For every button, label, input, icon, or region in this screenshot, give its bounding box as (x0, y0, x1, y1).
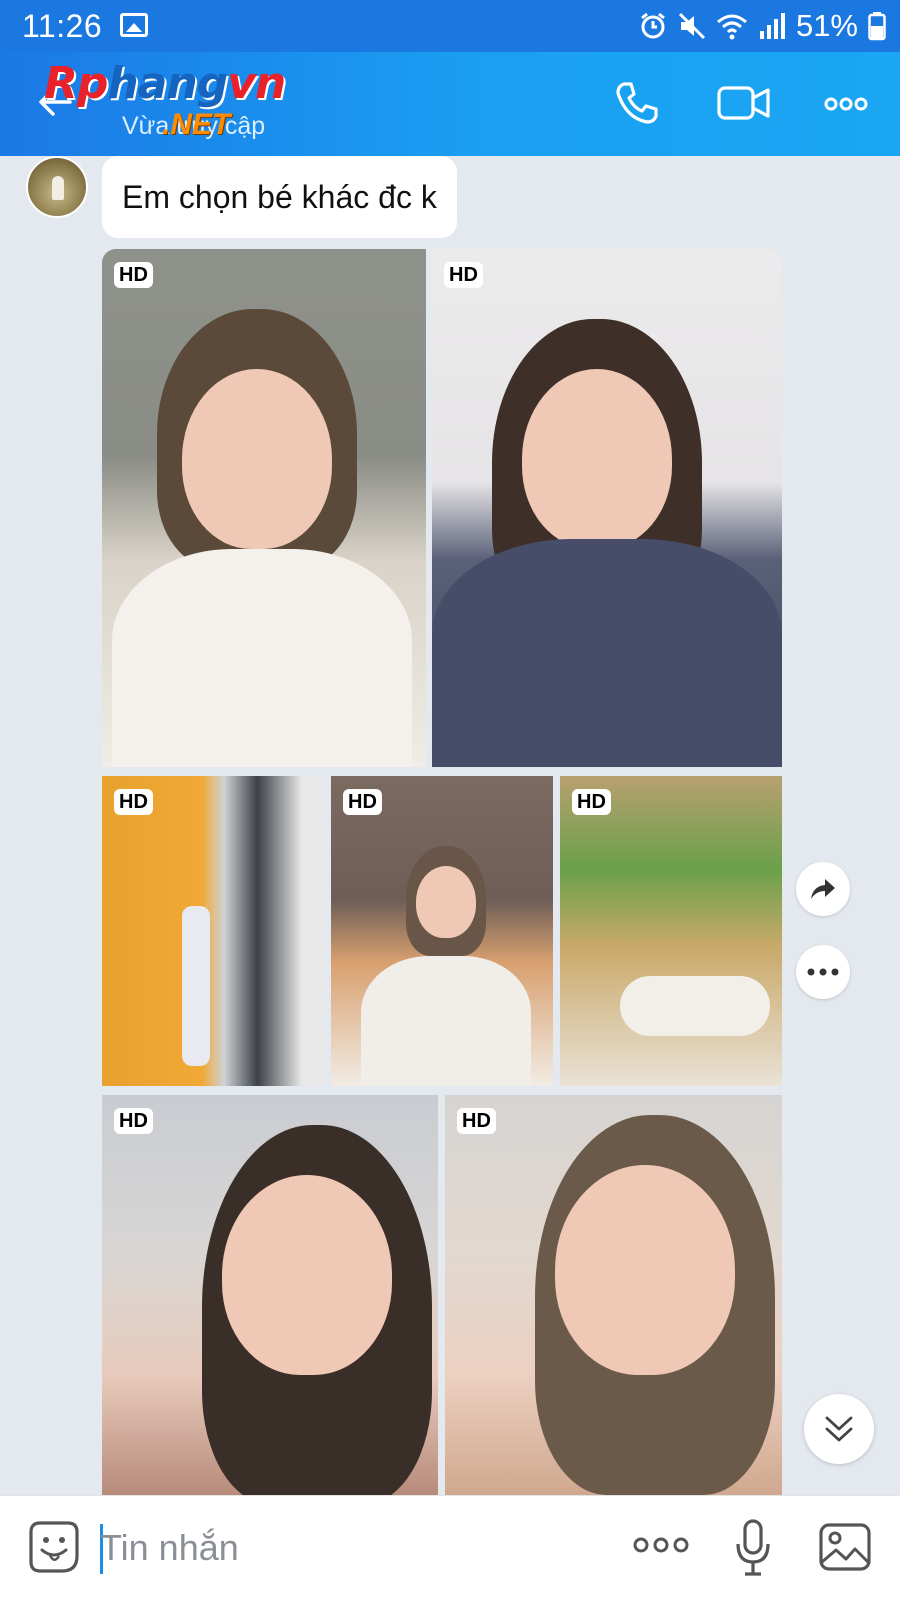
photo-subject-face (222, 1175, 392, 1375)
photo-thumbnail[interactable]: HD (331, 776, 553, 1086)
alarm-icon (641, 12, 665, 39)
sticker-icon[interactable] (28, 1520, 80, 1574)
hd-badge: HD (343, 789, 382, 815)
microphone-icon[interactable] (734, 1518, 772, 1578)
photo-subject-body (432, 539, 782, 767)
share-button[interactable] (796, 862, 850, 916)
phone-icon[interactable] (614, 80, 660, 126)
hd-badge: HD (114, 1108, 153, 1134)
share-arrow-icon (811, 879, 835, 899)
message-bubble[interactable]: Em chọn bé khác đc k (102, 156, 457, 238)
photo-subject-face (555, 1165, 735, 1375)
battery-icon (868, 12, 886, 41)
photo-subject (182, 906, 210, 1066)
photo-thumbnail[interactable]: HD (560, 776, 782, 1086)
mute-icon (678, 12, 706, 40)
composer-bar (0, 1495, 900, 1600)
hd-badge: HD (114, 262, 153, 288)
video-camera-icon[interactable] (716, 80, 772, 126)
more-dots-icon (807, 968, 839, 976)
image-icon[interactable] (818, 1522, 872, 1572)
hd-badge: HD (457, 1108, 496, 1134)
photo-subject-body (361, 956, 531, 1086)
more-dots-icon[interactable] (632, 1536, 690, 1554)
chevron-double-down-icon (825, 1416, 853, 1442)
brand-net: .NET (162, 108, 231, 141)
status-bar: 11:26 51% (0, 0, 900, 52)
gallery-icon (120, 13, 148, 37)
photo-thumbnail[interactable]: HD (432, 249, 782, 767)
scroll-to-bottom-button[interactable] (804, 1394, 874, 1464)
chat-header: Rphangvn Vừa truy cập .NET (0, 52, 900, 156)
photo-subject (620, 976, 770, 1036)
hd-badge: HD (444, 262, 483, 288)
wifi-icon (716, 14, 747, 40)
message-input[interactable] (100, 1518, 600, 1578)
photo-subject-body (112, 549, 412, 767)
message-options-button[interactable] (796, 945, 850, 999)
photo-thumbnail[interactable]: HD (102, 249, 426, 767)
photo-thumbnail[interactable]: HD (445, 1095, 782, 1495)
photo-subject-face (522, 369, 672, 549)
contact-avatar[interactable] (26, 156, 88, 218)
message-text: Em chọn bé khác đc k (122, 178, 437, 215)
more-dots-icon[interactable] (824, 96, 868, 112)
photo-subject-face (182, 369, 332, 549)
status-icons: 51% (638, 8, 886, 44)
photo-thumbnail[interactable]: HD (102, 776, 324, 1086)
brand-watermark: Rphangvn (44, 58, 286, 109)
battery-percent: 51% (795, 8, 858, 43)
photo-subject-face (416, 866, 476, 938)
photo-thumbnail[interactable]: HD (102, 1095, 438, 1495)
status-time: 11:26 (22, 8, 103, 44)
hd-badge: HD (114, 789, 153, 815)
signal-icon (759, 13, 785, 39)
hd-badge: HD (572, 789, 611, 815)
